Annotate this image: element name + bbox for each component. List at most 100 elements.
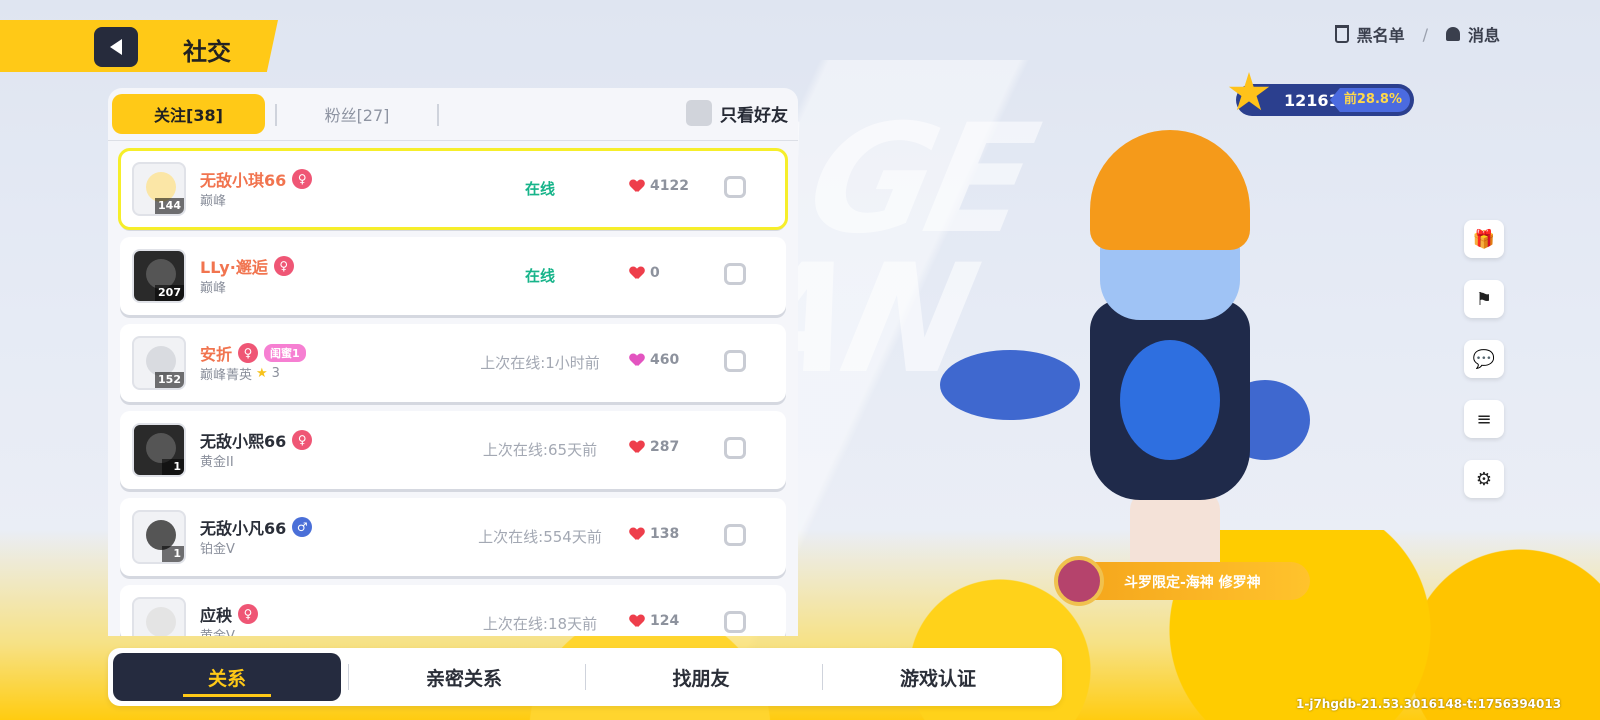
nav-divider xyxy=(585,664,586,690)
blacklist-label: 黑名单 xyxy=(1356,26,1405,45)
character-hat xyxy=(1090,130,1250,250)
nav-relations[interactable]: 关系 xyxy=(113,653,341,701)
player-name-text: 无敌小琪66 xyxy=(200,171,287,190)
player-name: 安折 ♀ 闺蜜1 xyxy=(200,341,306,365)
rank-text: 巅峰菁英 xyxy=(200,368,253,383)
heart-icon xyxy=(630,354,644,366)
rank-stars: 3 xyxy=(271,366,280,381)
online-status: 在线 xyxy=(524,180,555,198)
chat-icon[interactable] xyxy=(724,437,746,459)
character-body xyxy=(1090,300,1250,500)
rank-label: 巅峰菁英 ★ 3 xyxy=(200,364,280,383)
rank-label: 黄金II xyxy=(200,455,234,470)
chat-icon[interactable] xyxy=(724,176,746,198)
friends-only-toggle[interactable]: 只看好友 xyxy=(686,100,788,126)
avatar[interactable]: 1 xyxy=(132,510,186,564)
chat-icon[interactable] xyxy=(724,611,746,633)
avatar[interactable]: 144 xyxy=(132,162,186,216)
star-icon: ★ xyxy=(256,366,268,381)
list-item[interactable]: 应秧 ♀ 黄金V 上次在线:18天前 124 xyxy=(120,585,786,636)
female-icon: ♀ xyxy=(238,343,259,363)
list-item[interactable]: 152 安折 ♀ 闺蜜1 巅峰菁英 ★ 3 上次在线:1小时前 460 xyxy=(120,324,786,402)
list-item[interactable]: 1 无敌小凡66 ♂ 铂金V 上次在线:554天前 138 xyxy=(120,498,786,576)
settings-icon[interactable]: ⚙ xyxy=(1464,460,1504,498)
player-name: 无敌小凡66 ♂ xyxy=(200,515,313,539)
last-online-status: 上次在线:1小时前 xyxy=(480,354,600,372)
tabs-divider-line xyxy=(108,140,798,141)
player-name-text: 安折 xyxy=(200,345,233,364)
rank-percentile: 前28.8% xyxy=(1329,88,1410,112)
tab-follow[interactable]: 关注[38] xyxy=(112,94,265,134)
level-badge: 152 xyxy=(155,372,184,388)
player-name: LLy·邂逅 ♀ xyxy=(200,254,294,278)
rank-label: 黄金V xyxy=(200,625,235,636)
male-icon: ♂ xyxy=(292,517,313,537)
coin-display[interactable]: 121614 前28.8% xyxy=(1228,72,1414,116)
player-name: 应秧 ♀ xyxy=(200,602,259,626)
back-arrow-icon xyxy=(110,39,122,55)
chat-bubble-icon[interactable]: 💬 xyxy=(1464,340,1504,378)
avatar-image xyxy=(146,607,176,636)
top-links: 黑名单 / 消息 xyxy=(1334,22,1500,46)
level-badge: 1 xyxy=(162,546,184,562)
player-name-text: LLy·邂逅 xyxy=(200,258,268,277)
back-button[interactable] xyxy=(94,27,138,67)
megaphone-icon xyxy=(1445,27,1460,41)
chat-icon[interactable] xyxy=(724,263,746,285)
nav-divider xyxy=(822,664,823,690)
level-badge: 207 xyxy=(155,285,184,301)
chat-icon[interactable] xyxy=(724,350,746,372)
heart-icon xyxy=(630,180,644,192)
trash-icon xyxy=(1334,25,1349,43)
avatar[interactable]: 207 xyxy=(132,249,186,303)
list-item[interactable]: 1 无敌小熙66 ♀ 黄金II 上次在线:65天前 287 xyxy=(120,411,786,489)
last-online-status: 上次在线:18天前 xyxy=(482,615,598,633)
likes-count: 460 xyxy=(630,352,679,368)
likes-value: 124 xyxy=(650,613,680,629)
female-icon: ♀ xyxy=(273,256,294,276)
player-name: 无敌小熙66 ♀ xyxy=(200,428,313,452)
nav-divider xyxy=(348,664,349,690)
equipped-title-badge[interactable]: 斗罗限定-海神 修罗神 xyxy=(1054,556,1310,606)
nav-find-friends[interactable]: 找朋友 xyxy=(587,653,815,701)
link-separator: / xyxy=(1422,24,1428,44)
bestie-badge: 闺蜜1 xyxy=(264,344,306,362)
player-name-text: 无敌小凡66 xyxy=(200,519,287,538)
avatar[interactable]: 152 xyxy=(132,336,186,390)
player-name-text: 无敌小熙66 xyxy=(200,432,287,451)
likes-value: 460 xyxy=(650,352,680,368)
player-name-text: 应秧 xyxy=(200,606,233,625)
list-item[interactable]: 144 无敌小琪66 ♀ 巅峰 在线 4122 xyxy=(118,148,788,230)
gift-icon[interactable]: 🎁 xyxy=(1464,220,1504,258)
page-title: 社交 xyxy=(183,38,231,66)
avatar[interactable]: 1 xyxy=(132,423,186,477)
blacklist-link[interactable]: 黑名单 xyxy=(1334,22,1405,46)
heart-icon xyxy=(630,267,644,279)
list-item[interactable]: 207 LLy·邂逅 ♀ 巅峰 在线 0 xyxy=(120,237,786,315)
rank-label: 巅峰 xyxy=(200,281,227,296)
friends-only-label: 只看好友 xyxy=(720,105,788,126)
relationship-panel: 关注[38] 粉丝[27] 只看好友 144 无敌小琪66 ♀ 巅峰 在线 412… xyxy=(108,88,798,636)
side-actions: 🎁 ⚑ 💬 ≡ ⚙ xyxy=(1464,220,1506,520)
flag-icon[interactable]: ⚑ xyxy=(1464,280,1504,318)
version-string: 1-j7hgdb-21.53.3016148-t:1756394013 xyxy=(1296,697,1562,711)
friends-only-checkbox[interactable] xyxy=(686,100,712,126)
avatar[interactable] xyxy=(132,597,186,636)
active-underline xyxy=(183,694,271,697)
nav-intimate[interactable]: 亲密关系 xyxy=(350,653,578,701)
likes-count: 124 xyxy=(630,613,679,629)
rank-label: 铂金V xyxy=(200,542,235,557)
online-status: 在线 xyxy=(524,267,555,285)
heart-icon xyxy=(630,615,644,627)
character-fish-left xyxy=(940,350,1080,420)
rank-label: 巅峰 xyxy=(200,194,227,209)
equipped-title-text: 斗罗限定-海神 修罗神 xyxy=(1124,575,1261,591)
tab-fans[interactable]: 粉丝[27] xyxy=(287,94,427,134)
chat-icon[interactable] xyxy=(724,524,746,546)
likes-value: 138 xyxy=(650,526,680,542)
messages-link[interactable]: 消息 xyxy=(1445,22,1500,46)
likes-count: 4122 xyxy=(630,178,689,194)
nav-game-auth[interactable]: 游戏认证 xyxy=(824,653,1052,701)
notes-icon[interactable]: ≡ xyxy=(1464,400,1504,438)
female-icon: ♀ xyxy=(292,169,313,189)
